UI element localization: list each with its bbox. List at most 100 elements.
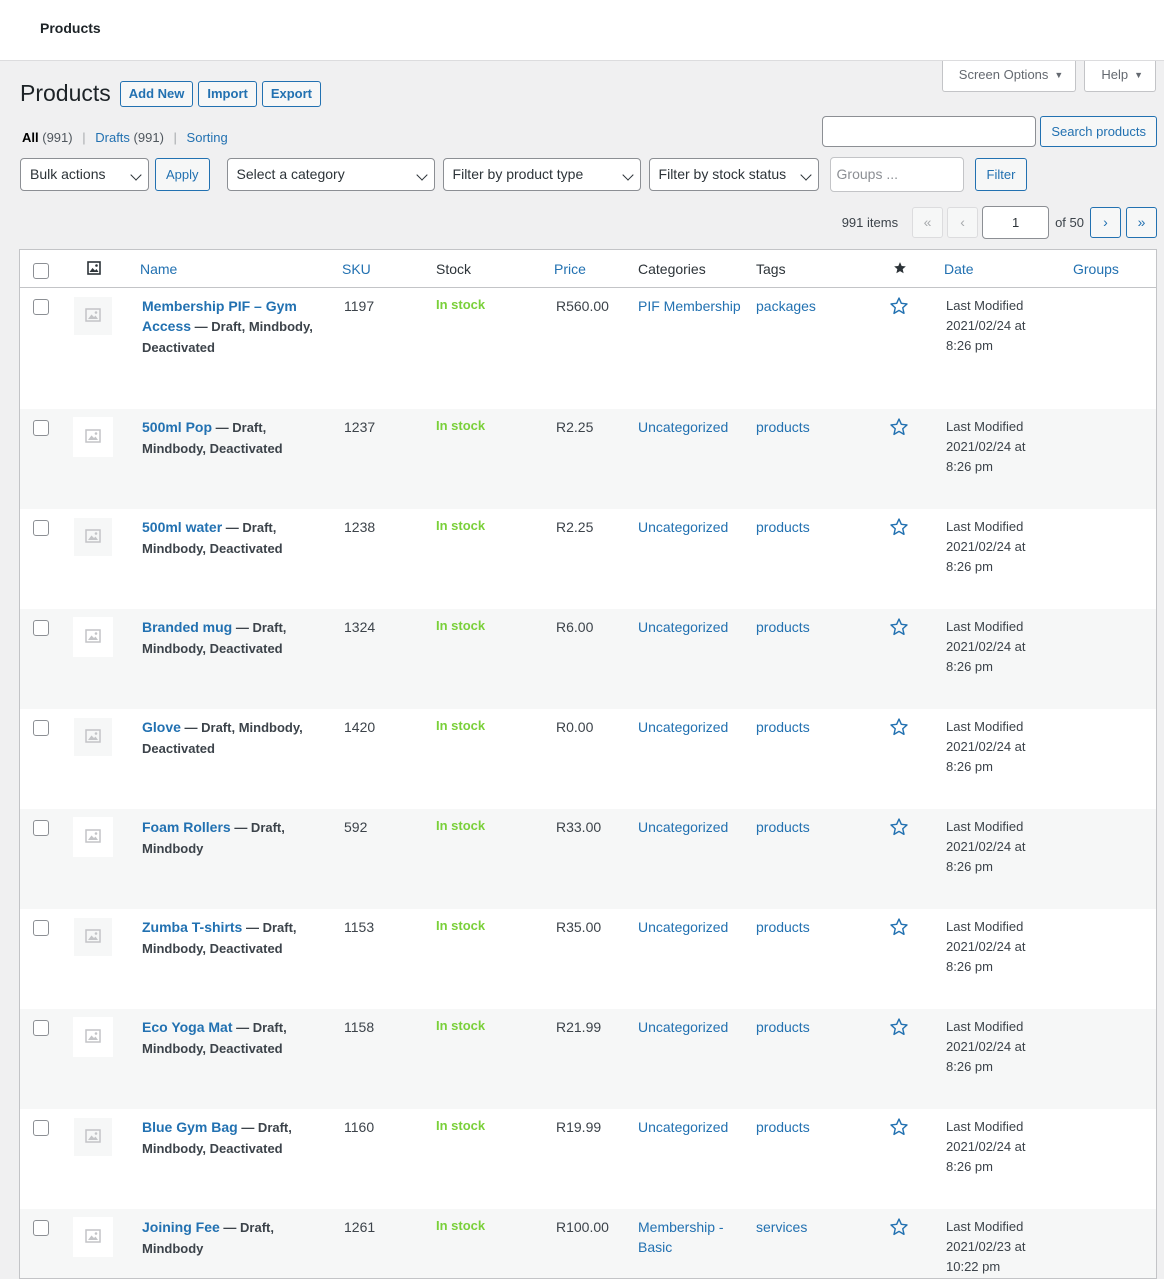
product-tag-link[interactable]: products	[756, 817, 810, 837]
product-thumbnail[interactable]	[73, 1217, 113, 1257]
first-page-button[interactable]: «	[912, 207, 944, 238]
select-all-checkbox[interactable]	[33, 263, 49, 279]
featured-star-icon[interactable]	[889, 1017, 909, 1040]
filter-button[interactable]: Filter	[974, 158, 1028, 191]
row-checkbox[interactable]	[33, 299, 49, 315]
product-thumbnail[interactable]	[73, 296, 113, 336]
featured-star-icon[interactable]	[889, 417, 909, 440]
last-page-button[interactable]: »	[1126, 207, 1157, 238]
row-checkbox[interactable]	[33, 1120, 49, 1136]
help-button[interactable]: Help ▼	[1084, 61, 1156, 92]
view-sorting[interactable]: Sorting	[187, 130, 228, 145]
product-type-select[interactable]: Filter by product type	[442, 158, 641, 191]
search-input[interactable]	[822, 116, 1037, 147]
row-checkbox[interactable]	[33, 1220, 49, 1236]
groups-input[interactable]: Groups ...	[829, 157, 964, 192]
featured-star-icon[interactable]	[889, 1217, 909, 1240]
row-checkbox[interactable]	[33, 720, 49, 736]
product-tag-link[interactable]: products	[756, 717, 810, 737]
product-category-link[interactable]: Uncategorized	[638, 1117, 748, 1137]
product-thumbnail[interactable]	[73, 517, 113, 557]
category-select[interactable]: Select a category	[226, 158, 435, 191]
view-drafts-count: (991)	[133, 130, 164, 145]
stock-status: In stock	[436, 718, 486, 733]
product-name-link[interactable]: Branded mug	[142, 619, 232, 635]
product-thumbnail[interactable]	[73, 1117, 113, 1157]
product-category-link[interactable]: Membership - Basic	[638, 1217, 748, 1257]
product-date: Last Modified 2021/02/24 at 8:26 pm	[946, 817, 1056, 877]
row-checkbox[interactable]	[33, 1020, 49, 1036]
row-checkbox[interactable]	[33, 820, 49, 836]
product-name-link[interactable]: 500ml water	[142, 519, 222, 535]
product-category-link[interactable]: Uncategorized	[638, 1017, 748, 1037]
row-checkbox[interactable]	[33, 620, 49, 636]
product-thumbnail[interactable]	[73, 1017, 113, 1057]
product-title: Blue Gym Bag — Draft, Mindbody, Deactiva…	[142, 1117, 322, 1159]
screen-options-button[interactable]: Screen Options ▼	[941, 61, 1077, 92]
product-category-link[interactable]: Uncategorized	[638, 517, 748, 537]
table-row: 500ml water — Draft, Mindbody, Deactivat…	[20, 509, 1156, 609]
export-button[interactable]: Export	[261, 80, 322, 107]
product-title: Foam Rollers — Draft, Mindbody	[142, 817, 322, 859]
view-all[interactable]: All	[22, 130, 39, 145]
product-name-link[interactable]: Glove	[142, 719, 181, 735]
product-category-link[interactable]: Uncategorized	[638, 717, 748, 737]
product-tag-link[interactable]: products	[756, 1117, 810, 1137]
search-products-button[interactable]: Search products	[1040, 116, 1157, 147]
add-new-button[interactable]: Add New	[119, 80, 194, 107]
product-tag-link[interactable]: products	[756, 517, 810, 537]
next-page-button[interactable]: ›	[1090, 207, 1121, 238]
product-tag-link[interactable]: services	[756, 1217, 807, 1237]
featured-star-icon[interactable]	[893, 261, 907, 275]
product-sku: 592	[344, 819, 368, 835]
product-thumbnail[interactable]	[73, 917, 113, 957]
prev-page-button[interactable]: ‹	[947, 207, 979, 238]
column-price[interactable]: Price	[554, 261, 586, 277]
featured-star-icon[interactable]	[889, 517, 909, 540]
column-groups[interactable]: Groups	[1073, 261, 1119, 277]
product-thumbnail[interactable]	[73, 417, 113, 457]
product-name-link[interactable]: Joining Fee	[142, 1219, 220, 1235]
product-name-link[interactable]: Foam Rollers	[142, 819, 231, 835]
product-tag-link[interactable]: products	[756, 617, 810, 637]
import-button[interactable]: Import	[198, 80, 257, 107]
row-checkbox[interactable]	[33, 420, 49, 436]
product-thumbnail[interactable]	[73, 617, 113, 657]
bulk-actions-select[interactable]: Bulk actions	[20, 158, 149, 191]
featured-star-icon[interactable]	[889, 917, 909, 940]
product-tag-link[interactable]: products	[756, 917, 810, 937]
featured-star-icon[interactable]	[889, 717, 909, 740]
product-category-link[interactable]: Uncategorized	[638, 917, 748, 937]
row-checkbox[interactable]	[33, 520, 49, 536]
product-price: R21.99	[556, 1019, 602, 1035]
featured-star-icon[interactable]	[889, 617, 909, 640]
product-category-link[interactable]: Uncategorized	[638, 417, 748, 437]
product-tag-link[interactable]: products	[756, 417, 810, 437]
product-thumbnail[interactable]	[73, 717, 113, 757]
apply-button[interactable]: Apply	[155, 158, 210, 191]
column-sku[interactable]: SKU	[342, 261, 371, 277]
product-tag-link[interactable]: products	[756, 1017, 810, 1037]
product-title: Membership PIF – Gym Access — Draft, Min…	[142, 296, 322, 358]
featured-star-icon[interactable]	[889, 817, 909, 840]
product-tag-link[interactable]: packages	[756, 296, 816, 316]
placeholder-image-icon	[85, 928, 101, 946]
product-name-link[interactable]: Eco Yoga Mat	[142, 1019, 233, 1035]
row-checkbox[interactable]	[33, 920, 49, 936]
featured-star-icon[interactable]	[889, 1117, 909, 1140]
view-drafts[interactable]: Drafts	[95, 130, 130, 145]
product-thumbnail[interactable]	[73, 817, 113, 857]
product-name-link[interactable]: 500ml Pop	[142, 419, 212, 435]
stock-status-select[interactable]: Filter by stock status	[648, 158, 819, 191]
product-category-link[interactable]: Uncategorized	[638, 817, 748, 837]
product-category-link[interactable]: PIF Membership	[638, 296, 748, 316]
featured-star-icon[interactable]	[889, 296, 909, 319]
column-name[interactable]: Name	[140, 261, 177, 277]
product-price: R0.00	[556, 719, 594, 735]
separator: |	[82, 130, 86, 145]
product-category-link[interactable]: Uncategorized	[638, 617, 748, 637]
current-page-input[interactable]: 1	[982, 206, 1050, 239]
product-name-link[interactable]: Zumba T-shirts	[142, 919, 242, 935]
column-date[interactable]: Date	[944, 261, 974, 277]
product-name-link[interactable]: Blue Gym Bag	[142, 1119, 238, 1135]
